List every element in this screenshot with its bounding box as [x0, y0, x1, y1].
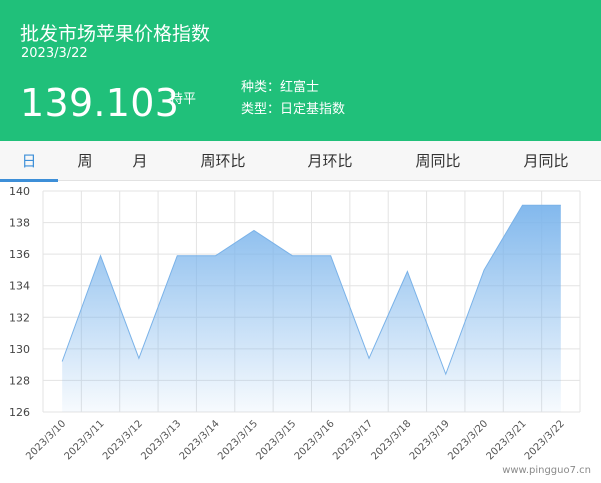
tab-month[interactable]: 月 — [112, 141, 168, 181]
tab-month-year-on-year[interactable]: 月同比 — [503, 141, 589, 181]
x-tick-label: 2023/3/12 — [101, 418, 145, 462]
y-tick-label: 134 — [9, 280, 30, 293]
y-tick-label: 126 — [9, 406, 30, 419]
index-type-label: 类型：日定基指数 — [241, 102, 346, 117]
tab-month-label: 月 — [132, 152, 148, 170]
x-tick-label: 2023/3/10 — [24, 418, 68, 462]
tab-week-year-on-year-label: 周同比 — [415, 152, 461, 170]
variety-label: 种类：红富士 — [241, 80, 320, 95]
period-tabs: 日 周 月 周环比 月环比 周同比 月同比 — [0, 141, 601, 182]
trend-label: 持平 — [170, 92, 197, 107]
x-tick-label: 2023/3/19 — [408, 418, 452, 462]
tab-week[interactable]: 周 — [58, 141, 112, 181]
date-label: 2023/3/22 — [21, 46, 88, 61]
y-tick-label: 130 — [9, 343, 30, 356]
tab-month-year-on-year-label: 月同比 — [523, 152, 569, 170]
x-tick-label: 2023/3/15 — [216, 418, 260, 462]
x-tick-label: 2023/3/16 — [293, 418, 337, 462]
x-axis: 2023/3/102023/3/112023/3/122023/3/132023… — [24, 418, 567, 462]
y-tick-label: 140 — [9, 185, 30, 198]
tab-week-on-week-label: 周环比 — [200, 152, 246, 170]
tab-month-on-month-label: 月环比 — [307, 152, 353, 170]
header-panel: 批发市场苹果价格指数 2023/3/22 139.103 持平 种类：红富士 类… — [0, 0, 601, 141]
x-tick-label: 2023/3/14 — [178, 418, 222, 462]
price-index-chart: 126 128 130 132 134 136 138 140 2023/3/10 2023/3… — [0, 181, 601, 483]
x-tick-label: 2023/3/21 — [485, 418, 529, 462]
x-tick-label: 2023/3/11 — [63, 418, 107, 462]
y-tick-label: 138 — [9, 217, 30, 230]
area-chart: 126128130132134136138140 2023/3/102023/3… — [9, 185, 581, 462]
x-tick-label: 2023/3/15 — [254, 418, 298, 462]
x-tick-label: 2023/3/22 — [523, 418, 567, 462]
x-tick-label: 2023/3/13 — [139, 418, 183, 462]
tab-day[interactable]: 日 — [0, 141, 58, 182]
y-tick-label: 128 — [9, 374, 30, 387]
y-tick-label: 132 — [9, 311, 30, 324]
page-title: 批发市场苹果价格指数 — [20, 23, 211, 45]
y-axis: 126 128 130 132 134 136 138 140 — [9, 185, 30, 419]
x-tick-label: 2023/3/17 — [331, 418, 375, 462]
price-value: 139.103 — [20, 81, 180, 125]
tab-week-label: 周 — [77, 152, 93, 170]
tab-month-on-month[interactable]: 月环比 — [287, 141, 373, 181]
watermark: www.pingguo7.cn — [502, 465, 591, 476]
tab-week-year-on-year[interactable]: 周同比 — [395, 141, 481, 181]
y-tick-label: 136 — [9, 248, 30, 261]
tab-day-label: 日 — [21, 152, 37, 170]
x-tick-label: 2023/3/18 — [369, 418, 413, 462]
x-tick-label: 2023/3/20 — [446, 418, 490, 462]
tab-week-on-week[interactable]: 周环比 — [180, 141, 266, 181]
